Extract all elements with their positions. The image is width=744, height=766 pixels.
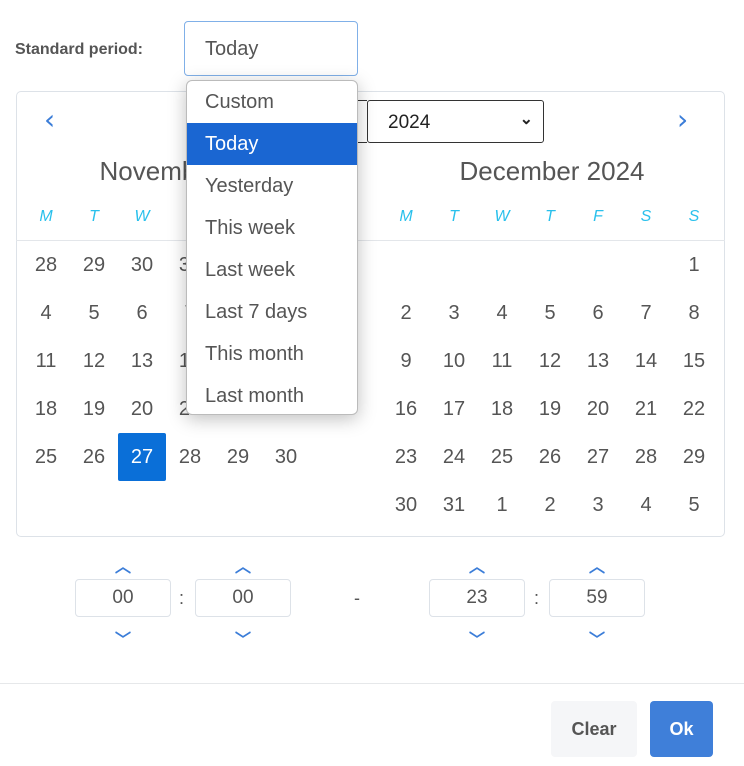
dropdown-option[interactable]: Last week (187, 249, 357, 291)
day-cell[interactable]: 18 (22, 385, 70, 433)
day-cell[interactable]: 1 (478, 481, 526, 529)
day-cell[interactable]: 4 (622, 481, 670, 529)
day-cell[interactable]: 16 (382, 385, 430, 433)
weekday-header: M (399, 208, 413, 225)
day-cell[interactable]: 4 (478, 289, 526, 337)
start-minute-down-icon[interactable]: ﹀ (195, 626, 291, 650)
day-cell[interactable]: 25 (478, 433, 526, 481)
day-cell[interactable]: 2 (526, 481, 574, 529)
clear-button[interactable]: Clear (551, 701, 637, 757)
day-cell[interactable]: 5 (526, 289, 574, 337)
day-cell[interactable]: 19 (526, 385, 574, 433)
dropdown-option[interactable]: Custom (187, 81, 357, 123)
dropdown-option[interactable]: This month (187, 333, 357, 375)
next-month-icon[interactable]: › (677, 103, 688, 136)
end-hour-up-icon[interactable]: ︿ (429, 553, 525, 577)
day-cell[interactable]: 21 (622, 385, 670, 433)
day-cell[interactable]: 28 (22, 241, 70, 289)
day-cell[interactable]: 17 (430, 385, 478, 433)
day-cell[interactable]: 7 (622, 289, 670, 337)
weekday-header: F (593, 208, 603, 225)
day-cell[interactable]: 29 (70, 241, 118, 289)
end-minute-up-icon[interactable]: ︿ (549, 553, 645, 577)
day-cell[interactable]: 28 (166, 433, 214, 481)
day-cell[interactable]: 13 (574, 337, 622, 385)
day-cell[interactable]: 5 (670, 481, 718, 529)
day-cell[interactable]: 3 (430, 289, 478, 337)
dropdown-option[interactable]: Last month (187, 375, 357, 414)
day-cell[interactable]: 30 (262, 433, 310, 481)
dropdown-option[interactable]: Yesterday (187, 165, 357, 207)
dropdown-option[interactable]: Last 7 days (187, 291, 357, 333)
weekday-header: W (134, 208, 150, 225)
day-cell[interactable]: 6 (118, 289, 166, 337)
day-cell[interactable]: 12 (70, 337, 118, 385)
day-cell[interactable]: 9 (382, 337, 430, 385)
day-cell[interactable]: 11 (478, 337, 526, 385)
day-cell[interactable]: 30 (118, 241, 166, 289)
start-hour-up-icon[interactable]: ︿ (75, 553, 171, 577)
day-cell[interactable]: 29 (670, 433, 718, 481)
year-value: 2024 (388, 112, 431, 133)
prev-month-icon[interactable]: ‹ (44, 103, 55, 136)
day-cell[interactable]: 20 (118, 385, 166, 433)
colon: : (534, 588, 540, 608)
day-cell[interactable]: 13 (118, 337, 166, 385)
weekday-header: W (494, 208, 510, 225)
standard-period-label: Standard period: (15, 41, 144, 58)
day-cell[interactable]: 23 (382, 433, 430, 481)
day-cell[interactable]: 11 (22, 337, 70, 385)
day-cell[interactable]: 15 (670, 337, 718, 385)
weekday-header: T (545, 208, 555, 225)
weekday-header: T (449, 208, 459, 225)
day-cell[interactable]: 2 (382, 289, 430, 337)
day-cell[interactable]: 14 (622, 337, 670, 385)
day-cell-selected[interactable]: 27 (118, 433, 166, 481)
weekday-header: S (688, 208, 700, 225)
day-cell[interactable]: 6 (574, 289, 622, 337)
day-cell[interactable]: 22 (670, 385, 718, 433)
right-month-title: December 2024 (459, 156, 645, 186)
start-hour-down-icon[interactable]: ﹀ (75, 626, 171, 650)
day-cell[interactable]: 24 (430, 433, 478, 481)
end-minute-down-icon[interactable]: ﹀ (549, 626, 645, 650)
ok-button[interactable]: Ok (650, 701, 713, 757)
weekday-header: S (640, 208, 652, 225)
day-cell[interactable]: 19 (70, 385, 118, 433)
start-minute-input[interactable]: 00 (195, 579, 291, 617)
dash: - (354, 588, 360, 608)
weekday-header: T (89, 208, 99, 225)
colon: : (179, 588, 185, 608)
day-cell[interactable]: 10 (430, 337, 478, 385)
day-cell[interactable]: 12 (526, 337, 574, 385)
dropdown-option[interactable]: Today (187, 123, 357, 165)
dropdown-option[interactable]: This week (187, 207, 357, 249)
day-cell[interactable]: 1 (670, 241, 718, 289)
start-minute-up-icon[interactable]: ︿ (195, 553, 291, 577)
standard-period-select[interactable]: Today (184, 21, 358, 76)
footer-divider (0, 683, 744, 684)
start-hour-input[interactable]: 00 (75, 579, 171, 617)
day-cell[interactable]: 29 (214, 433, 262, 481)
day-cell[interactable]: 3 (574, 481, 622, 529)
day-cell[interactable]: 31 (430, 481, 478, 529)
chevron-down-icon: ⌄ (519, 111, 533, 128)
day-cell[interactable]: 26 (70, 433, 118, 481)
day-cell[interactable]: 25 (22, 433, 70, 481)
weekday-header: M (39, 208, 53, 225)
day-cell[interactable]: 4 (22, 289, 70, 337)
day-cell[interactable]: 18 (478, 385, 526, 433)
end-minute-input[interactable]: 59 (549, 579, 645, 617)
day-cell[interactable]: 30 (382, 481, 430, 529)
year-select[interactable]: 2024 ⌄ (367, 100, 544, 143)
day-cell[interactable]: 27 (574, 433, 622, 481)
day-cell[interactable]: 26 (526, 433, 574, 481)
end-hour-down-icon[interactable]: ﹀ (429, 626, 525, 650)
day-cell[interactable]: 28 (622, 433, 670, 481)
day-cell[interactable]: 8 (670, 289, 718, 337)
day-cell[interactable]: 5 (70, 289, 118, 337)
standard-period-dropdown: Custom Today Yesterday This week Last week La… (186, 80, 358, 415)
end-hour-input[interactable]: 23 (429, 579, 525, 617)
day-cell[interactable]: 20 (574, 385, 622, 433)
